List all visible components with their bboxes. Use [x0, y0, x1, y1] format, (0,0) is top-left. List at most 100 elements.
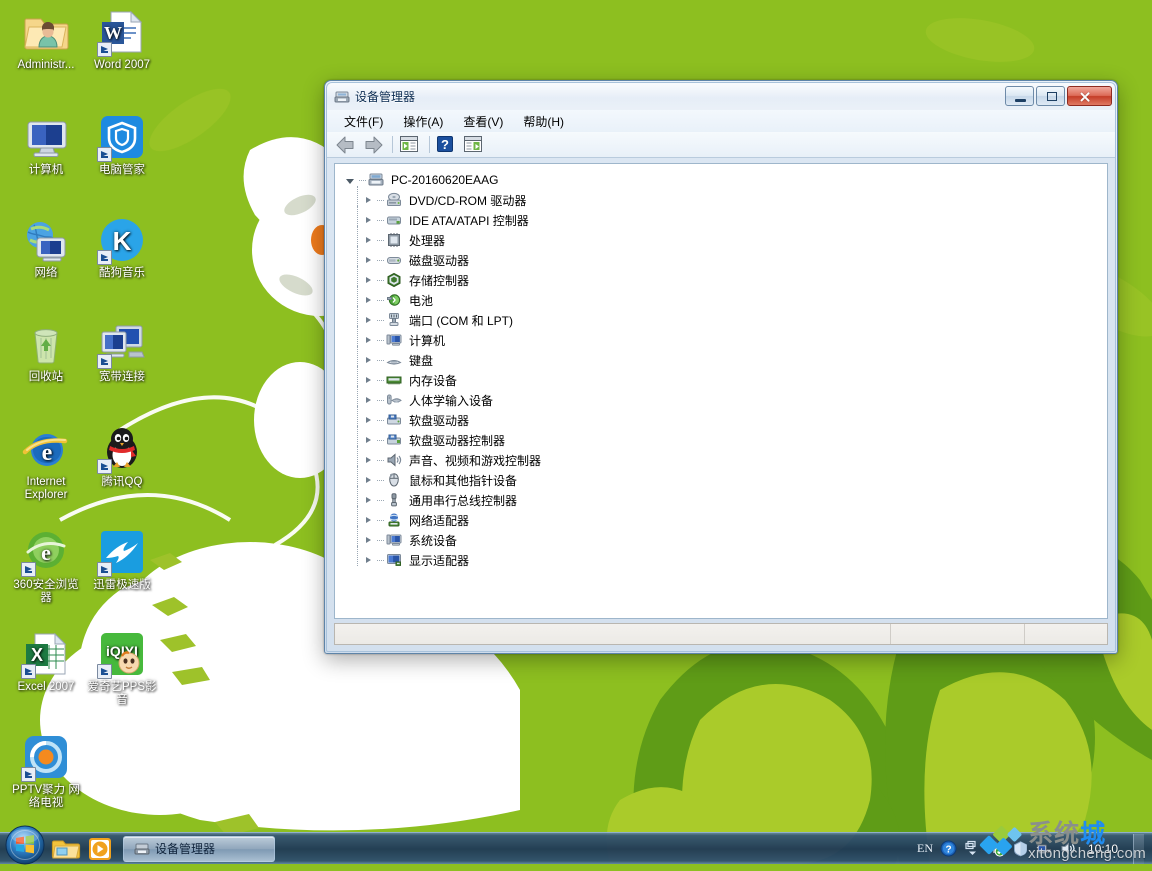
toolbar: ?: [327, 132, 1115, 158]
chevron-right-icon[interactable]: [363, 415, 374, 426]
tree-item-computer[interactable]: 计算机: [343, 330, 1107, 350]
tree-item-sound-video-game[interactable]: 声音、视频和游戏控制器: [343, 450, 1107, 470]
tree-item-usb-controllers[interactable]: 通用串行总线控制器: [343, 490, 1107, 510]
desktop-icon-label: Internet Explorer: [8, 476, 84, 502]
explorer-icon[interactable]: [49, 834, 83, 864]
chevron-right-icon[interactable]: [363, 515, 374, 526]
chevron-right-icon[interactable]: [363, 295, 374, 306]
volume-icon[interactable]: [1060, 840, 1077, 857]
show-hidden-icons-icon[interactable]: [964, 840, 981, 857]
desktop-icon-administrator[interactable]: Administr...: [8, 8, 84, 72]
desktop-icon-pptv[interactable]: PPTV聚力 网络电视: [8, 733, 84, 810]
desktop-icon-internet-explorer[interactable]: e Internet Explorer: [8, 425, 84, 502]
properties-icon[interactable]: [462, 134, 488, 156]
chevron-right-icon[interactable]: [363, 315, 374, 326]
tree-item-keyboards[interactable]: 键盘: [343, 350, 1107, 370]
desktop-icon-tencent-manager[interactable]: 电脑管家: [84, 113, 160, 177]
chevron-right-icon[interactable]: [363, 335, 374, 346]
chevron-right-icon[interactable]: [363, 255, 374, 266]
media-player-icon[interactable]: [83, 834, 117, 864]
window-titlebar[interactable]: 设备管理器: [327, 83, 1115, 110]
chevron-right-icon[interactable]: [363, 235, 374, 246]
show-desktop-button[interactable]: [1133, 834, 1144, 864]
device-tree-panel[interactable]: PC-20160620EAAG DVD/CD-ROM 驱动器: [334, 163, 1108, 619]
chevron-right-icon[interactable]: [363, 535, 374, 546]
input-language-indicator[interactable]: EN: [917, 841, 933, 856]
dvd-drive-icon: [386, 192, 402, 208]
action-center-icon[interactable]: [1012, 840, 1029, 857]
chevron-right-icon[interactable]: [363, 375, 374, 386]
desktop-icon-iqiyi-pps[interactable]: iQIYI 爱奇艺PPS影音: [84, 630, 160, 707]
help-blue-icon[interactable]: ?: [940, 840, 957, 857]
menu-help[interactable]: 帮助(H): [514, 111, 573, 132]
tree-item-memory-devices[interactable]: 内存设备: [343, 370, 1107, 390]
chevron-right-icon[interactable]: [363, 435, 374, 446]
menu-action[interactable]: 操作(A): [394, 111, 452, 132]
desktop-icon-excel-2007[interactable]: X Excel 2007: [8, 630, 84, 694]
desktop-icon-kugou[interactable]: K 酷狗音乐: [84, 216, 160, 280]
chevron-right-icon[interactable]: [363, 555, 374, 566]
computer-root-icon: [368, 172, 384, 188]
chevron-right-icon[interactable]: [363, 275, 374, 286]
tree-item-display-adapters[interactable]: 显示适配器: [343, 550, 1107, 570]
shortcut-overlay-icon: [21, 562, 36, 577]
tree-connector: [359, 180, 366, 181]
start-orb[interactable]: [1, 824, 49, 866]
desktop-icon-network[interactable]: 网络: [8, 216, 84, 280]
tree-item-hid[interactable]: 人体学输入设备: [343, 390, 1107, 410]
chevron-right-icon[interactable]: [363, 195, 374, 206]
desktop-icon-360-browser[interactable]: e 360安全浏览器: [8, 528, 84, 605]
menu-view[interactable]: 查看(V): [454, 111, 512, 132]
desktop-icon-thunder[interactable]: 迅雷极速版: [84, 528, 160, 592]
back-arrow-icon[interactable]: [334, 134, 360, 156]
tree-item-ports[interactable]: 端口 (COM 和 LPT): [343, 310, 1107, 330]
tree-item-processor[interactable]: 处理器: [343, 230, 1107, 250]
taskbar-clock[interactable]: 10:10: [1084, 842, 1122, 856]
tree-connector: [377, 200, 384, 201]
tree-item-ide-ata-atapi[interactable]: IDE ATA/ATAPI 控制器: [343, 210, 1107, 230]
ide-controller-icon: [386, 212, 402, 228]
tree-item-network-adapters[interactable]: 网络适配器: [343, 510, 1107, 530]
forward-arrow-icon[interactable]: [361, 134, 387, 156]
tree-item-dvd-cdrom[interactable]: DVD/CD-ROM 驱动器: [343, 190, 1107, 210]
tree-item-mice[interactable]: 鼠标和其他指针设备: [343, 470, 1107, 490]
desktop-icon-label: 爱奇艺PPS影音: [84, 681, 160, 707]
network-tray-icon[interactable]: [1036, 840, 1053, 857]
tree-item-system-devices[interactable]: 系统设备: [343, 530, 1107, 550]
safely-remove-hardware-icon[interactable]: [988, 840, 1005, 857]
chevron-down-icon[interactable]: [345, 175, 356, 186]
desktop-icon-recycle-bin[interactable]: 回收站: [8, 320, 84, 384]
show-console-tree-icon[interactable]: [398, 134, 424, 156]
help-icon[interactable]: ?: [435, 134, 461, 156]
tree-item-label: 网络适配器: [406, 511, 472, 530]
minimize-button[interactable]: [1005, 86, 1034, 106]
chevron-right-icon[interactable]: [363, 475, 374, 486]
tree-item-floppy-controllers[interactable]: 软盘驱动器控制器: [343, 430, 1107, 450]
device-manager-window[interactable]: 设备管理器 文件(F) 操作(A) 查看(V) 帮助(H): [324, 80, 1118, 654]
desktop-icon-computer[interactable]: 计算机: [8, 113, 84, 177]
close-button[interactable]: [1067, 86, 1112, 106]
chevron-right-icon[interactable]: [363, 495, 374, 506]
tree-item-disk-drives[interactable]: 磁盘驱动器: [343, 250, 1107, 270]
maximize-button[interactable]: [1036, 86, 1065, 106]
desktop-icon-label: PPTV聚力 网络电视: [8, 784, 84, 810]
computer-node-icon: [386, 332, 402, 348]
desktop-icon-broadband[interactable]: 宽带连接: [84, 320, 160, 384]
tree-item-floppy-drives[interactable]: 软盘驱动器: [343, 410, 1107, 430]
iqiyi-pps-icon: iQIYI: [98, 630, 146, 678]
taskbar[interactable]: 设备管理器 EN ?: [0, 832, 1152, 864]
tree-item-storage-controllers[interactable]: 存储控制器: [343, 270, 1107, 290]
tree-item-batteries[interactable]: 电池: [343, 290, 1107, 310]
desktop-icon-qq[interactable]: 腾讯QQ: [84, 425, 160, 489]
chevron-right-icon[interactable]: [363, 455, 374, 466]
chevron-right-icon[interactable]: [363, 395, 374, 406]
network-icon: [22, 216, 70, 264]
tree-item-label: IDE ATA/ATAPI 控制器: [406, 211, 532, 230]
taskbar-button-device-manager[interactable]: 设备管理器: [123, 836, 275, 862]
chevron-right-icon[interactable]: [363, 355, 374, 366]
desktop-icon-label: 宽带连接: [84, 371, 160, 384]
tree-root-node[interactable]: PC-20160620EAAG: [343, 170, 1107, 190]
chevron-right-icon[interactable]: [363, 215, 374, 226]
desktop-icon-word-2007[interactable]: W Word 2007: [84, 8, 160, 72]
menu-file[interactable]: 文件(F): [335, 111, 392, 132]
